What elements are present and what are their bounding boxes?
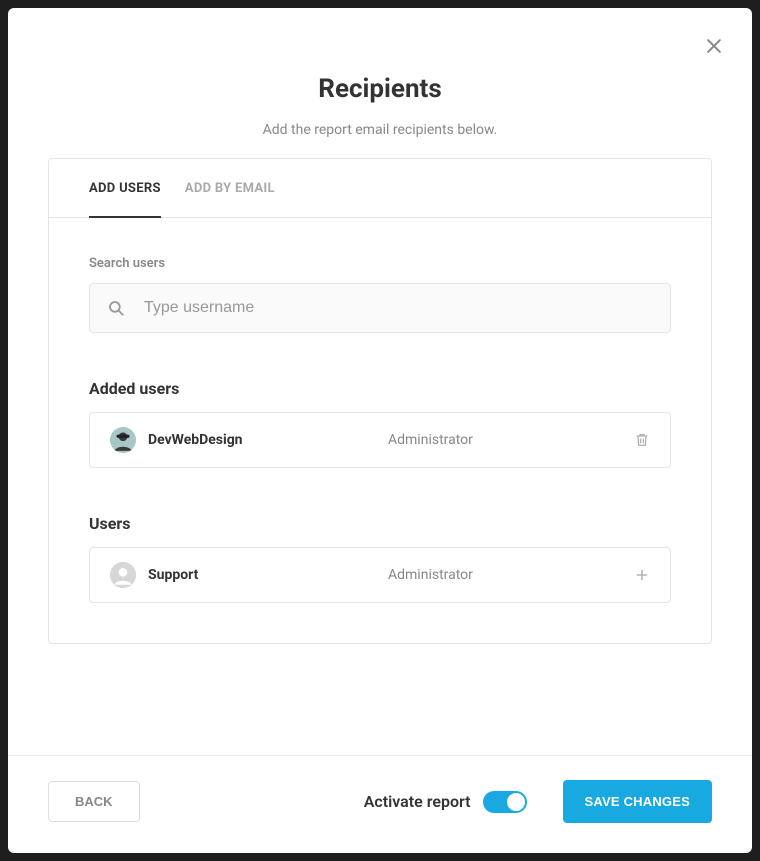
trash-icon[interactable] [634,432,650,448]
search-input[interactable] [89,283,671,333]
user-role: Administrator [388,432,634,448]
avatar [110,562,136,588]
users-title: Users [89,514,671,533]
footer: BACK Activate report SAVE CHANGES [8,755,752,853]
save-changes-button[interactable]: SAVE CHANGES [563,780,712,823]
back-button[interactable]: BACK [48,781,140,822]
activate-report-toggle[interactable] [483,791,527,813]
search-icon [107,299,125,317]
tab-add-by-email[interactable]: ADD BY EMAIL [185,159,275,217]
tab-add-users[interactable]: ADD USERS [89,159,161,218]
close-icon[interactable] [704,36,724,56]
user-name: Support [148,567,388,583]
recipients-modal: Recipients Add the report email recipien… [8,8,752,853]
user-row: Support Administrator [89,547,671,603]
page-subtitle: Add the report email recipients below. [48,122,712,138]
avatar [110,427,136,453]
user-role: Administrator [388,567,634,583]
recipients-card: ADD USERS ADD BY EMAIL Search users Adde… [48,158,712,644]
search-label: Search users [89,256,671,271]
page-title: Recipients [48,74,712,104]
added-user-row: DevWebDesign Administrator [89,412,671,468]
added-users-title: Added users [89,379,671,398]
plus-icon[interactable] [634,567,650,583]
user-name: DevWebDesign [148,432,388,448]
tabs: ADD USERS ADD BY EMAIL [49,159,711,218]
activate-report-label: Activate report [364,792,471,811]
